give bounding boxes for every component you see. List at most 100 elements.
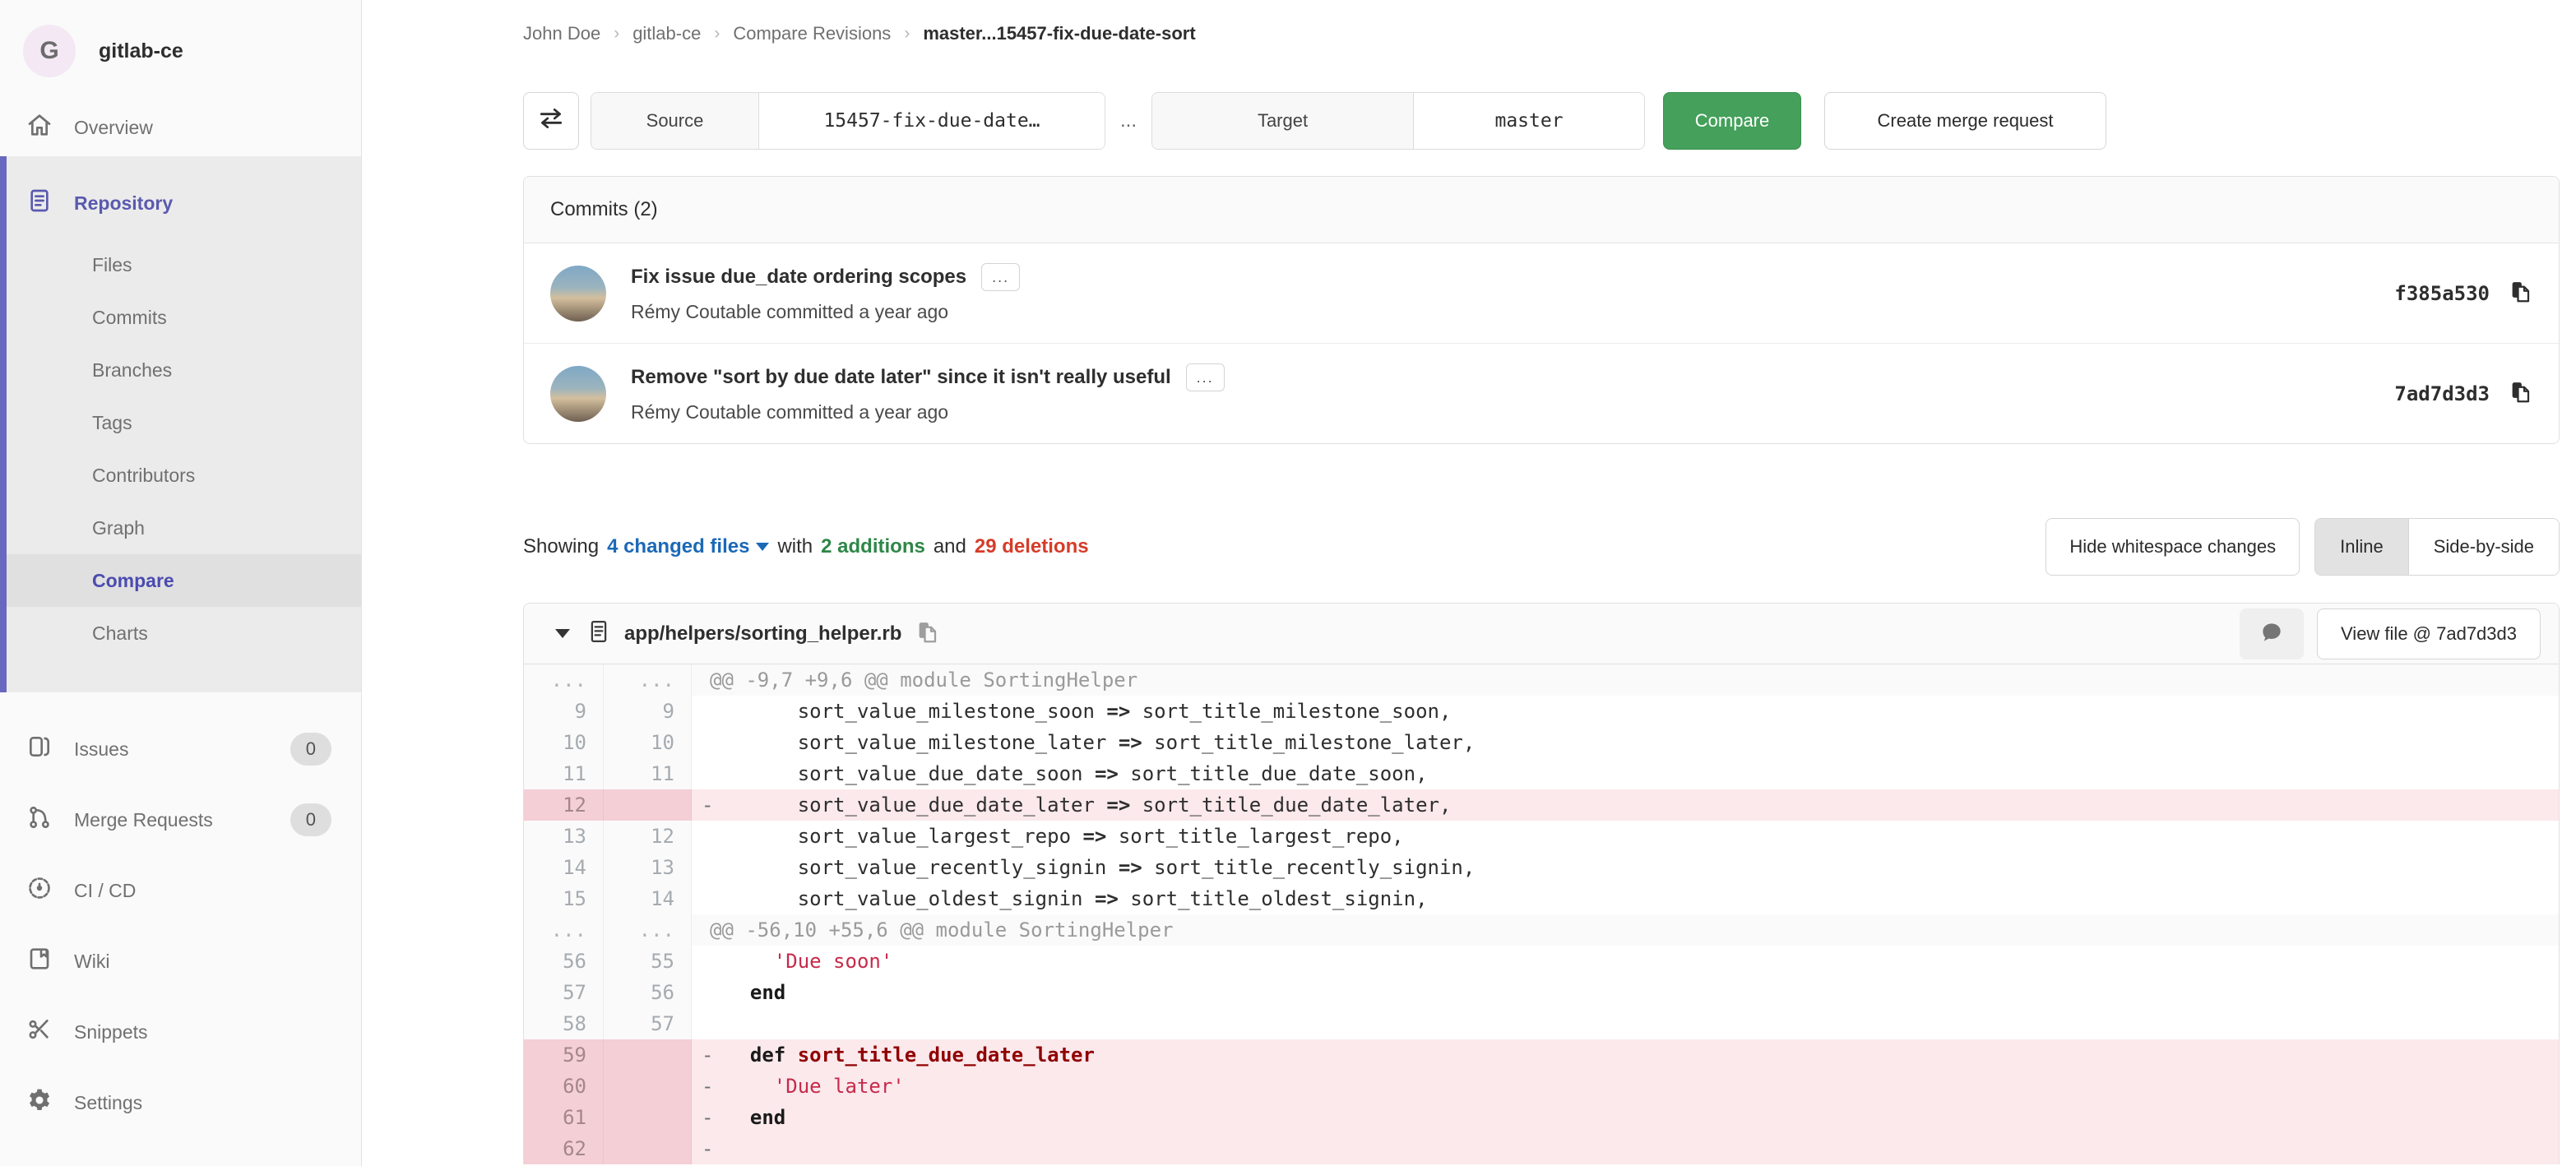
new-line-number[interactable]: 9 [604,696,692,727]
new-line-number[interactable]: 57 [604,1008,692,1039]
new-line-number[interactable] [604,1071,692,1102]
commit-sha-link[interactable]: f385a530 [2394,282,2490,305]
commit-info: Fix issue due_date ordering scopes...Rém… [631,263,1020,323]
diff-line-row: 1514 sort_value_oldest_signin => sort_ti… [524,883,2559,914]
old-line-number[interactable]: 62 [524,1133,604,1164]
code-line: - end [692,1102,2559,1133]
avatar [550,266,606,322]
new-line-number[interactable]: 56 [604,977,692,1008]
code-line: sort_value_oldest_signin => sort_title_o… [692,883,2559,914]
copy-icon [2508,380,2532,407]
project-avatar: G [23,25,76,77]
swap-revisions-button[interactable] [523,92,579,150]
code-line: sort_value_milestone_later => sort_title… [692,727,2559,758]
sidebar-item-ci-cd[interactable]: CI / CD [0,855,361,926]
sidebar-item-repository[interactable]: Repository [7,168,361,238]
sidebar-item-wiki[interactable]: Wiki [0,926,361,997]
commits-box: Commits (2) Fix issue due_date ordering … [523,176,2560,444]
old-line-number[interactable]: 59 [524,1039,604,1071]
sidebar-subitem-contributors[interactable]: Contributors [7,449,361,502]
sidebar-lower-nav: Issues0Merge Requests0CI / CDWikiSnippet… [0,714,361,1138]
sidebar-item-snippets[interactable]: Snippets [0,997,361,1067]
breadcrumb-link[interactable]: Compare Revisions [733,23,891,44]
old-line-number[interactable]: 58 [524,1008,604,1039]
new-line-number[interactable] [604,1133,692,1164]
source-branch-dropdown[interactable]: 15457-fix-due-date… [759,93,1105,149]
project-name: gitlab-ce [99,39,183,63]
new-line-number[interactable]: 11 [604,758,692,789]
commit-title-link[interactable]: Remove "sort by due date later" since it… [631,366,1171,389]
old-line-number[interactable]: 13 [524,821,604,852]
code-line: - 'Due later' [692,1071,2559,1102]
diff-line-row: 1010 sort_value_milestone_later => sort_… [524,727,2559,758]
sidebar-subitem-branches[interactable]: Branches [7,344,361,396]
breadcrumb-link[interactable]: gitlab-ce [632,23,701,44]
diff-file-path[interactable]: app/helpers/sorting_helper.rb [624,622,901,645]
old-line-number[interactable]: 10 [524,727,604,758]
summary-with: with [777,535,813,558]
old-line-number[interactable]: 9 [524,696,604,727]
old-line-number[interactable]: 61 [524,1102,604,1133]
view-file-button[interactable]: View file @ 7ad7d3d3 [2317,608,2541,659]
sidebar-subitem-graph[interactable]: Graph [7,502,361,554]
breadcrumb-link[interactable]: John Doe [523,23,600,44]
sidebar-subitem-charts[interactable]: Charts [7,607,361,659]
new-line-number: ... [604,914,692,946]
old-line-number[interactable]: 56 [524,946,604,977]
old-line-number[interactable]: 15 [524,883,604,914]
new-line-number[interactable]: 55 [604,946,692,977]
commit-title-link[interactable]: Fix issue due_date ordering scopes [631,266,966,289]
diff-summary-row: Showing 4 changed files with 2 additions… [523,518,2560,576]
sidebar-subitem-commits[interactable]: Commits [7,291,361,344]
sidebar-project-link[interactable]: G gitlab-ce [0,0,361,99]
toggle-comments-button[interactable] [2240,608,2304,659]
sidebar-item-merge-requests[interactable]: Merge Requests0 [0,784,361,855]
old-line-number[interactable]: 12 [524,789,604,821]
old-line-number[interactable]: 60 [524,1071,604,1102]
copy-sha-button[interactable] [2508,380,2532,407]
new-line-number[interactable]: 13 [604,852,692,883]
chevron-down-icon [756,543,769,551]
compare-button[interactable]: Compare [1663,92,1801,150]
commit-description-toggle[interactable]: ... [981,263,1020,291]
create-merge-request-button[interactable]: Create merge request [1824,92,2106,150]
sidebar-item-label: Repository [74,192,173,215]
diff-mode-inline[interactable]: Inline [2315,519,2408,575]
new-line-number[interactable] [604,1102,692,1133]
code-line: sort_value_recently_signin => sort_title… [692,852,2559,883]
new-line-number[interactable] [604,789,692,821]
file-icon [586,619,611,648]
old-line-number[interactable]: 57 [524,977,604,1008]
ci-cd-icon [26,875,53,906]
hide-whitespace-button[interactable]: Hide whitespace changes [2046,518,2300,576]
commit-sha-link[interactable]: 7ad7d3d3 [2394,382,2490,405]
diff-mode-side-by-side[interactable]: Side-by-side [2408,519,2559,575]
home-icon [26,112,53,143]
code-line: - def sort_title_due_date_later [692,1039,2559,1071]
sidebar-subitem-files[interactable]: Files [7,238,361,291]
new-line-number[interactable] [604,1039,692,1071]
target-branch-dropdown[interactable]: master [1414,93,1644,149]
changed-files-dropdown[interactable]: 4 changed files [607,535,749,558]
new-line-number[interactable]: 12 [604,821,692,852]
settings-icon [26,1087,53,1118]
new-line-number[interactable]: 10 [604,727,692,758]
new-line-number[interactable]: 14 [604,883,692,914]
sidebar-item-issues[interactable]: Issues0 [0,714,361,784]
copy-file-path-button[interactable] [915,620,939,647]
commit-actions: 7ad7d3d3 [2394,380,2532,407]
commit-description-toggle[interactable]: ... [1186,363,1225,391]
sidebar-subitem-compare[interactable]: Compare [7,554,361,607]
sidebar-item-settings[interactable]: Settings [0,1067,361,1138]
old-line-number: ... [524,664,604,696]
collapse-file-icon[interactable] [555,629,570,638]
copy-sha-button[interactable] [2508,280,2532,307]
sidebar-item-overview[interactable]: Overview [0,99,361,156]
old-line-number[interactable]: 11 [524,758,604,789]
summary-showing: Showing [523,535,599,558]
sidebar-subitem-tags[interactable]: Tags [7,396,361,449]
old-line-number[interactable]: 14 [524,852,604,883]
diff-line-marker [702,946,726,977]
code-line: 'Due soon' [692,946,2559,977]
wiki-icon [26,946,53,977]
